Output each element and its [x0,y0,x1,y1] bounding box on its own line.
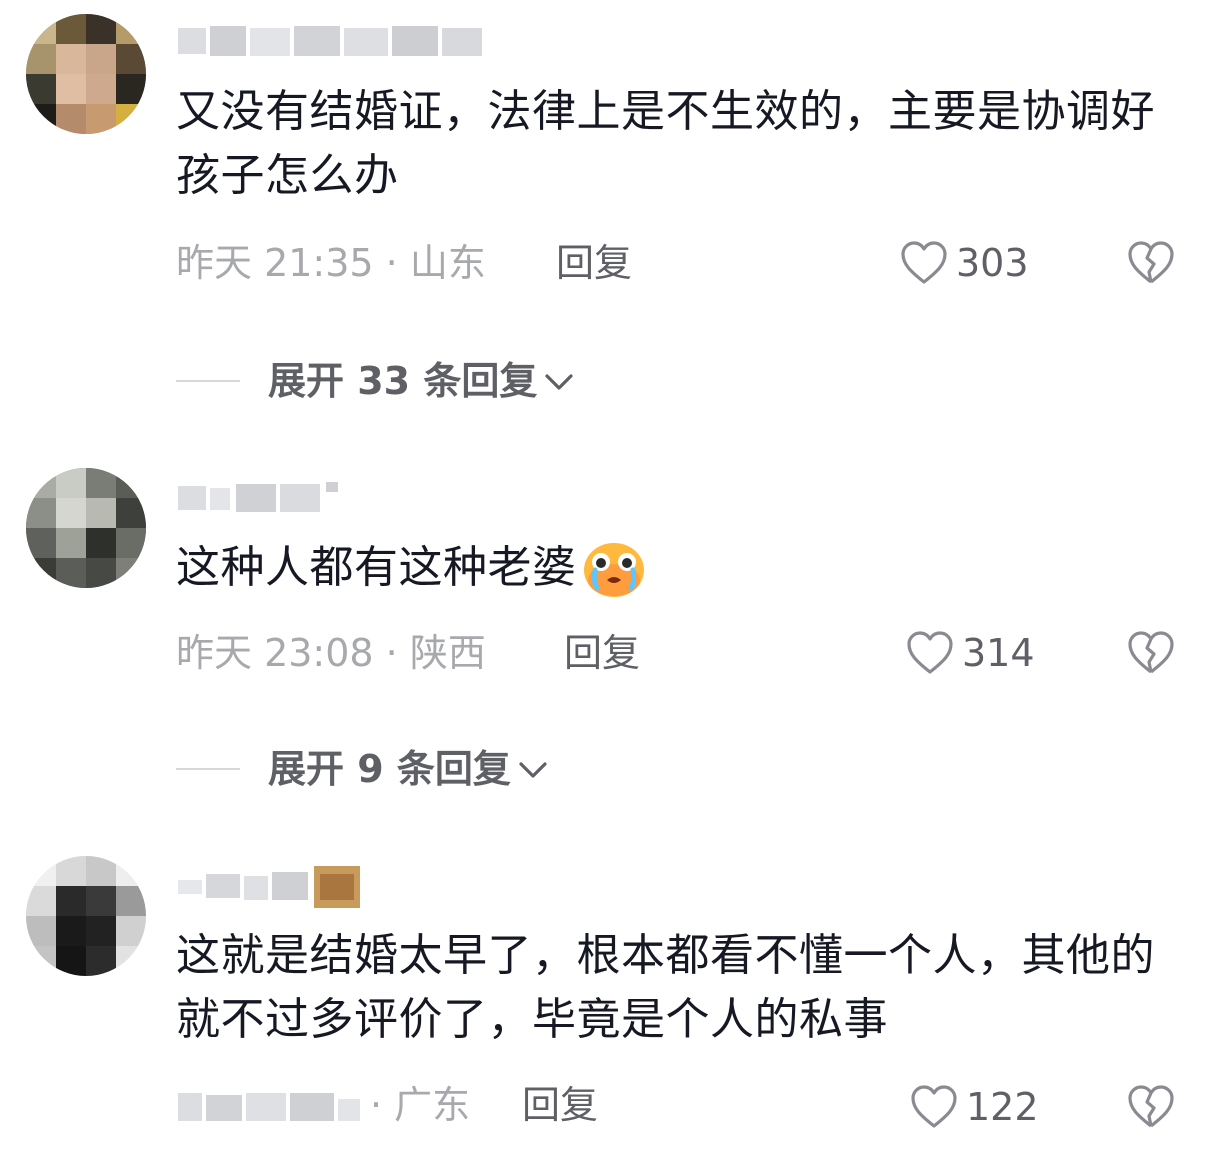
like-button[interactable]: 122 [910,1082,1039,1132]
comment-meta: 昨天 23:08 · 陕西 回复 [176,628,676,678]
heart-outline-icon [901,241,947,284]
dislike-button[interactable] [1126,238,1176,288]
dislike-button[interactable] [1126,1082,1176,1132]
reply-button[interactable]: 回复 [556,238,632,288]
time-blurred [178,1093,360,1121]
expand-replies-button[interactable]: 展开 9 条回复 [176,744,549,794]
comment-text-content: 这种人都有这种老婆 [176,542,577,593]
username-blurred[interactable] [176,474,376,518]
comment-text: 这种人都有这种老婆 [176,536,1176,600]
dislike-button[interactable] [1126,628,1176,678]
like-count: 303 [956,241,1029,285]
heart-outline-icon [907,631,953,674]
comment-location: · 广东 [370,1083,471,1127]
comment-meta: 昨天 21:35 · 山东 回复 [176,238,676,288]
crying-face-emoji [581,536,647,600]
broken-heart-icon [1128,1085,1174,1128]
username-blurred[interactable] [176,18,496,62]
expand-replies-label: 展开 9 条回复 [268,747,511,791]
chevron-down-icon [519,762,547,778]
reply-button[interactable]: 回复 [564,628,640,678]
divider [176,768,240,770]
comment-meta: · 广东 回复 [176,1080,676,1130]
expand-replies-label: 展开 33 条回复 [268,359,538,403]
expand-replies-button[interactable]: 展开 33 条回复 [176,356,575,406]
like-count: 314 [962,631,1035,675]
comment-time-location: 昨天 21:35 · 山东 [176,241,486,285]
avatar[interactable] [26,14,146,134]
like-count: 122 [966,1085,1039,1129]
comment-time-location: 昨天 23:08 · 陕西 [176,631,486,675]
comment-text: 这就是结婚太早了，根本都看不懂一个人，其他的就不过多评价了，毕竟是个人的私事 [176,930,1155,1045]
broken-heart-icon [1128,241,1174,284]
username-blurred[interactable] [176,858,376,914]
heart-outline-icon [911,1085,957,1128]
like-button[interactable]: 314 [906,628,1035,678]
avatar[interactable] [26,468,146,588]
like-button[interactable]: 303 [900,238,1029,288]
comment-text: 又没有结婚证，法律上是不生效的，主要是协调好孩子怎么办 [176,86,1155,201]
comment-time-location: · 广东 [176,1080,470,1130]
broken-heart-icon [1128,631,1174,674]
divider [176,380,240,382]
avatar[interactable] [26,856,146,976]
reply-button[interactable]: 回复 [522,1080,598,1130]
chevron-down-icon [545,374,573,390]
